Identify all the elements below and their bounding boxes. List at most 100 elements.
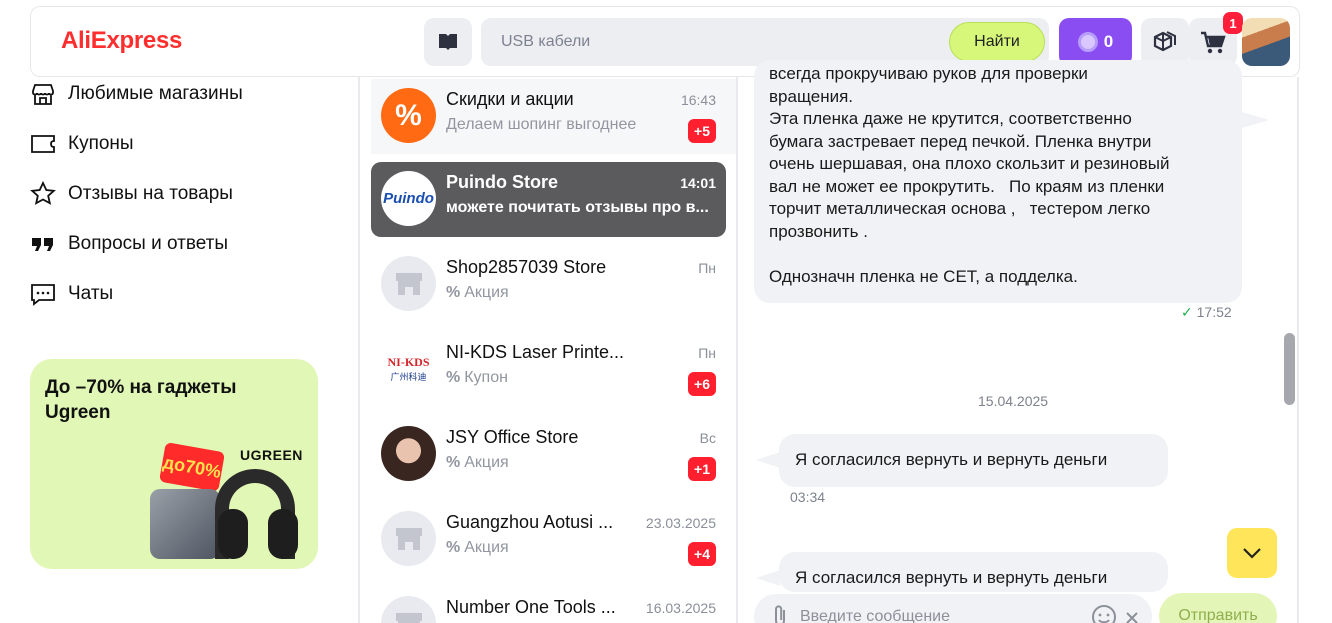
chat-preview: Делаем шопинг выгоднее (446, 116, 637, 133)
menu-item-label: Купоны (68, 133, 134, 154)
incoming-message-bubble: всегда прокручиваю руков для проверки вра… (754, 60, 1242, 303)
message-line: вал не может ее прокрутить. По краям из … (769, 176, 1165, 196)
promo-brand: UGREEN (240, 447, 303, 463)
message-line: прозвонить . (769, 221, 868, 241)
emoji-icon[interactable] (1091, 604, 1117, 623)
store-photo-avatar (381, 426, 436, 481)
charger-image (150, 489, 220, 559)
chat-item-nikds[interactable]: NI-KDS 广州科迪 NI-KDS Laser Printe... Пн % К… (371, 332, 726, 407)
store-avatar-icon (381, 596, 436, 623)
chat-preview: % Акция (446, 539, 509, 556)
message-text: Я согласился вернуть и вернуть деньги (795, 568, 1108, 587)
chat-time: 16:43 (680, 92, 716, 108)
book-icon (439, 34, 457, 50)
chat-icon (31, 284, 55, 306)
message-line: вращения. (769, 86, 854, 106)
chevron-down-icon (1243, 548, 1261, 559)
cart-icon (1201, 31, 1226, 54)
menu-item-questions[interactable]: Вопросы и ответы (30, 231, 228, 257)
conversation-border (1297, 77, 1299, 623)
search-button[interactable]: Найти (949, 22, 1045, 62)
cubes-icon (1153, 31, 1176, 52)
quote-icon (32, 238, 53, 251)
chat-preview: % Купон (446, 369, 508, 386)
puindo-logo: Puindo (381, 171, 436, 226)
chat-time: Вс (699, 430, 716, 446)
menu-item-reviews[interactable]: Отзывы на товары (30, 181, 233, 207)
aliexpress-logo[interactable]: AliExpress (61, 27, 182, 55)
check-icon: ✓ (1181, 304, 1193, 320)
message-line: Однозначн пленка не CET, а подделка. (769, 266, 1078, 286)
star-icon (30, 181, 56, 205)
store-avatar-icon (381, 511, 436, 566)
chat-item-shop2857039[interactable]: Shop2857039 Store Пн % Акция (371, 247, 726, 322)
cart-count-badge: 1 (1223, 12, 1243, 34)
chat-name: Number One Tools ... (446, 597, 616, 617)
store-message-bubble: Я согласился вернуть и вернуть деньги (779, 552, 1168, 592)
chat-preview: % Акция (446, 284, 509, 301)
chat-time: Пн (698, 260, 716, 276)
percent-avatar: % (381, 88, 436, 143)
chat-preview: можете почитать отзывы про в... (446, 199, 709, 216)
coin-icon (1077, 32, 1098, 52)
message-line: очень шершавая, она плохо скользит и рез… (769, 154, 1170, 173)
date-separator: 15.04.2025 (978, 393, 1049, 409)
percent-icon: % (446, 369, 461, 386)
chat-name: Puindo Store (446, 172, 558, 192)
discount-tag: до70% (158, 442, 226, 492)
chat-name: Guangzhou Aotusi ... (446, 512, 614, 532)
promo-banner[interactable]: До –70% на гаджеты Ugreen до70% UGREEN (30, 359, 318, 569)
message-meta: ✓ 17:52 (1181, 304, 1232, 321)
promo-title: До –70% на гаджеты Ugreen (45, 377, 237, 423)
menu-item-chats[interactable]: Чаты (30, 281, 113, 307)
chat-time: 16.03.2025 (645, 600, 716, 616)
chat-name: Скидки и акции (446, 89, 574, 109)
percent-icon: % (446, 284, 461, 301)
packages-button[interactable] (1141, 18, 1189, 66)
message-input[interactable] (800, 604, 1080, 623)
chat-time: Пн (698, 345, 716, 361)
message-line: Эта пленка даже не крутится, соответстве… (769, 109, 1132, 128)
coupon-icon (31, 135, 55, 153)
menu-item-coupons[interactable]: Купоны (30, 131, 134, 157)
scroll-to-bottom-button[interactable] (1227, 528, 1277, 578)
store-message-bubble: Я согласился вернуть и вернуть деньги (779, 434, 1168, 487)
message-line: бумага застревает перед печкой. Пленка в… (769, 131, 1152, 151)
chat-item-guangzhou[interactable]: Guangzhou Aotusi ... 23.03.2025 % Акция +… (371, 502, 726, 577)
send-button[interactable]: Отправить (1159, 593, 1277, 623)
percent-icon: % (446, 454, 461, 471)
chat-name: NI-KDS Laser Printe... (446, 342, 625, 362)
nikds-logo: NI-KDS 广州科迪 (381, 341, 436, 396)
chat-name: JSY Office Store (446, 427, 579, 447)
message-text: всегда прокручиваю руков для проверки вра… (769, 63, 1226, 288)
chat-name: Shop2857039 Store (446, 257, 607, 277)
bubble-tail (1242, 112, 1269, 128)
chat-item-jsy[interactable]: JSY Office Store Вс % Акция +1 (371, 417, 726, 492)
menu-item-label: Отзывы на товары (68, 183, 233, 204)
close-icon[interactable] (1126, 612, 1138, 623)
message-time: 03:34 (790, 489, 826, 505)
chat-item-promos[interactable]: % Скидки и акции 16:43 Делаем шопинг выг… (371, 79, 736, 154)
menu-divider (358, 77, 360, 623)
message-time: 17:52 (1196, 304, 1232, 320)
unread-badge: +6 (688, 372, 716, 396)
coins-button[interactable]: 0 (1059, 18, 1132, 66)
chat-item-numberone[interactable]: Number One Tools ... 16.03.2025 (371, 587, 726, 623)
cart-button[interactable]: 1 (1189, 12, 1243, 66)
search-bar: Найти (481, 18, 1049, 66)
chat-item-puindo[interactable]: Puindo Puindo Store 14:01 можете почитат… (371, 162, 726, 237)
scrollbar-thumb[interactable] (1284, 333, 1295, 405)
menu-item-label: Любимые магазины (68, 83, 243, 104)
unread-badge: +1 (688, 457, 716, 481)
message-line (769, 243, 1226, 266)
catalog-button[interactable] (424, 18, 472, 66)
list-divider (736, 77, 738, 623)
headphones-cup (218, 509, 248, 559)
search-input[interactable] (481, 18, 941, 66)
message-text: Я согласился вернуть и вернуть деньги (795, 450, 1108, 469)
percent-icon: % (446, 539, 461, 556)
menu-item-favorite-stores[interactable]: Любимые магазины (30, 81, 243, 107)
attach-icon[interactable] (772, 604, 790, 623)
user-avatar[interactable] (1242, 18, 1290, 66)
bubble-tail (756, 452, 780, 468)
